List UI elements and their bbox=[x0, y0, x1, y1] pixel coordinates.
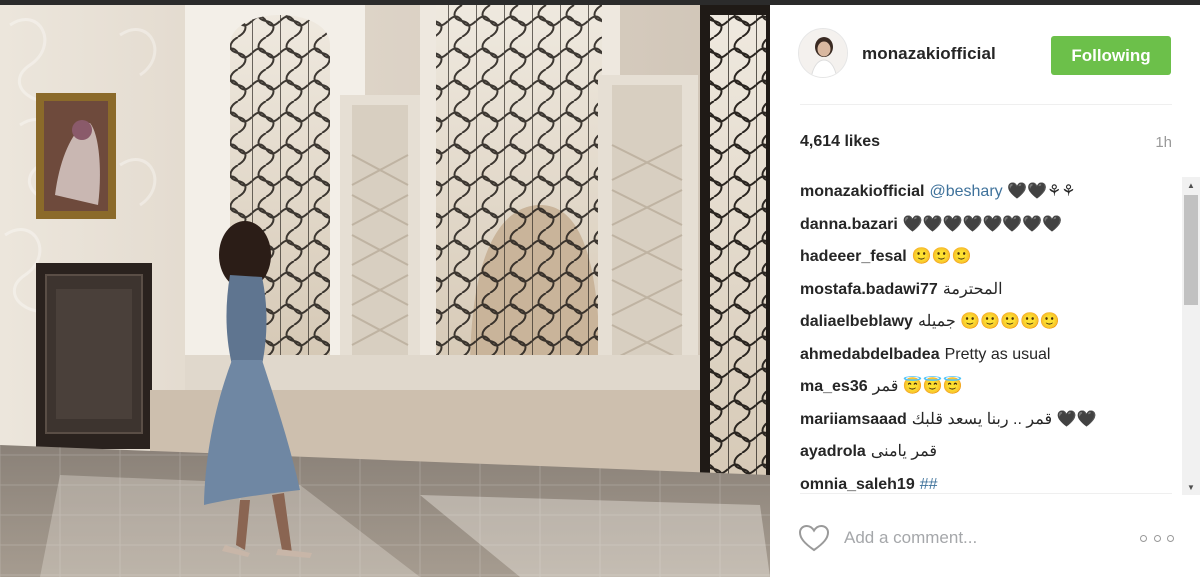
scroll-down-arrow-icon[interactable]: ▼ bbox=[1182, 479, 1200, 495]
likes-count[interactable]: 4,614 likes bbox=[800, 133, 880, 151]
post-photo[interactable] bbox=[0, 5, 770, 577]
comment-username[interactable]: hadeeer_fesal bbox=[800, 248, 907, 265]
more-dot bbox=[1153, 534, 1161, 542]
post-details-panel: monazakiofficial Following 4,614 likes 1… bbox=[770, 5, 1200, 577]
comment-username[interactable]: omnia_saleh19 bbox=[800, 476, 915, 493]
comment-text: 🖤🖤🖤🖤🖤🖤🖤🖤 bbox=[902, 215, 1063, 233]
comment-text: 🙂🙂🙂 bbox=[911, 248, 972, 265]
comment-item: ayadrola قمر يامنى bbox=[800, 437, 1180, 470]
post-time: 1h bbox=[1155, 134, 1172, 151]
comment-item: monazakiofficial @beshary 🖤🖤⚘⚘ bbox=[800, 177, 1180, 210]
comment-username[interactable]: ma_es36 bbox=[800, 378, 868, 395]
more-dot bbox=[1140, 534, 1147, 542]
comment-username[interactable]: daliaelbeblawy bbox=[800, 313, 913, 330]
comment-item: hadeeer_fesal 🙂🙂🙂 bbox=[800, 242, 1180, 275]
comment-text: 🖤🖤⚘⚘ bbox=[1002, 183, 1076, 200]
comment-text: قمر .. ربنا يسعد قلبك 🖤🖤 bbox=[911, 410, 1097, 428]
more-dot bbox=[1167, 534, 1174, 542]
comment-text: Pretty as usual bbox=[944, 345, 1051, 363]
comment-item: ma_es36 قمر 😇😇😇 bbox=[800, 372, 1180, 405]
avatar-image bbox=[799, 29, 847, 77]
comment-item: mostafa.badawi77 المحترمة bbox=[800, 275, 1180, 308]
comment-username[interactable]: mostafa.badawi77 bbox=[800, 281, 938, 298]
add-comment-input[interactable] bbox=[844, 521, 1114, 555]
more-options-icon[interactable] bbox=[1140, 525, 1174, 551]
comment-username[interactable]: ahmedabdelbadea bbox=[800, 346, 940, 363]
comment-hashtag[interactable]: ## bbox=[920, 476, 938, 493]
following-button[interactable]: Following bbox=[1051, 36, 1171, 75]
post-actions bbox=[798, 521, 1174, 555]
comments-scrollbar[interactable]: ▲ ▼ bbox=[1182, 177, 1200, 495]
comment-item: mariiamsaaad قمر .. ربنا يسعد قلبك 🖤🖤 bbox=[800, 405, 1180, 438]
author-username[interactable]: monazakiofficial bbox=[862, 44, 996, 64]
comment-username[interactable]: ayadrola bbox=[800, 443, 866, 460]
heart-outline-icon[interactable] bbox=[798, 524, 830, 552]
footer-divider bbox=[800, 493, 1172, 494]
scrollbar-thumb[interactable] bbox=[1184, 195, 1198, 305]
avatar[interactable] bbox=[798, 28, 848, 78]
post-photo-illustration bbox=[0, 5, 770, 577]
comment-item: ahmedabdelbadea Pretty as usual bbox=[800, 340, 1180, 373]
comment-item: daliaelbeblawy جميله 🙂🙂🙂🙂🙂 bbox=[800, 307, 1180, 340]
comment-username[interactable]: mariiamsaaad bbox=[800, 411, 907, 428]
comments-list[interactable]: monazakiofficial @beshary 🖤🖤⚘⚘ danna.baza… bbox=[800, 177, 1180, 495]
header-divider bbox=[800, 104, 1172, 105]
comment-username[interactable]: monazakiofficial bbox=[800, 183, 924, 200]
comment-item: danna.bazari 🖤🖤🖤🖤🖤🖤🖤🖤 bbox=[800, 210, 1180, 243]
comment-mention[interactable]: @beshary bbox=[929, 183, 1002, 200]
comment-text: قمر يامنى bbox=[870, 443, 938, 460]
comment-text: المحترمة bbox=[942, 280, 1003, 298]
scroll-up-arrow-icon[interactable]: ▲ bbox=[1182, 177, 1200, 193]
comment-text: قمر 😇😇😇 bbox=[872, 378, 963, 395]
comment-text: جميله 🙂🙂🙂🙂🙂 bbox=[917, 313, 1060, 330]
comment-item: omnia_saleh19 ## bbox=[800, 470, 1180, 496]
comment-username[interactable]: danna.bazari bbox=[800, 216, 898, 233]
post-header: monazakiofficial Following bbox=[798, 25, 1172, 87]
